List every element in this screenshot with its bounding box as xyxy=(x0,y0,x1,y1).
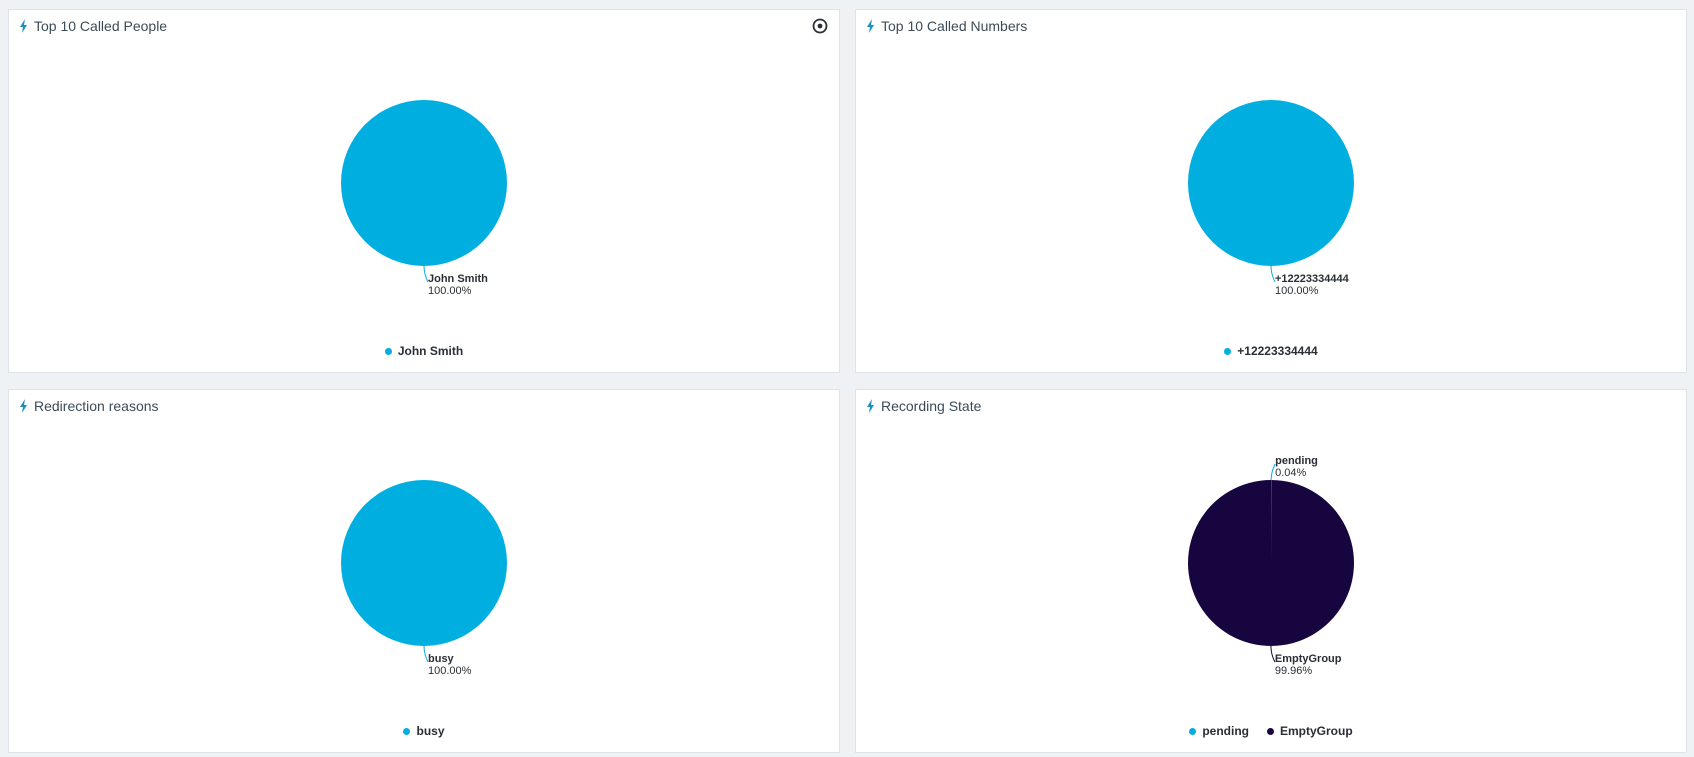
panel-recording-state: Recording State pending 0.04% EmptyGroup 99… xyxy=(855,389,1687,753)
slice-percent: 100.00% xyxy=(428,665,472,677)
legend-label: pending xyxy=(1202,724,1249,738)
chart-legend: pending EmptyGroup xyxy=(856,724,1686,738)
legend-label: EmptyGroup xyxy=(1280,724,1353,738)
legend-dot xyxy=(1189,727,1197,735)
legend-dot xyxy=(1224,347,1232,355)
slice-label: pending xyxy=(1275,455,1318,467)
legend-item[interactable]: pending xyxy=(1189,724,1249,738)
slice-percent: 100.00% xyxy=(1275,285,1319,297)
pie-chart: pending0.04% EmptyGroup99.96% xyxy=(1188,455,1355,677)
legend-item[interactable]: EmptyGroup xyxy=(1267,724,1353,738)
chart-legend: busy xyxy=(9,724,839,738)
legend-item[interactable]: John Smith xyxy=(384,344,464,358)
legend-dot xyxy=(384,347,392,355)
legend-label: John Smith xyxy=(397,344,464,358)
legend-dot xyxy=(403,727,411,735)
legend-item[interactable]: busy xyxy=(403,724,445,738)
slice-percent: 100.00% xyxy=(428,285,472,297)
slice-label: +12223334444 xyxy=(1275,273,1350,285)
slice-label: EmptyGroup xyxy=(1275,653,1342,665)
legend-label: busy xyxy=(416,724,445,738)
pie-chart: busy100.00% xyxy=(341,480,507,677)
chart-legend: +12223334444 xyxy=(856,344,1686,358)
legend-item[interactable]: +12223334444 xyxy=(1224,344,1318,358)
pie-slice-john-smith[interactable] xyxy=(341,100,507,266)
pie-slice--12223334444[interactable] xyxy=(1188,100,1354,266)
slice-label: busy xyxy=(428,653,455,665)
slice-percent: 0.04% xyxy=(1275,467,1306,479)
slice-label: John Smith xyxy=(428,273,488,285)
slice-percent: 99.96% xyxy=(1275,665,1313,677)
legend-label: +12223334444 xyxy=(1237,344,1318,358)
legend-dot xyxy=(1267,727,1274,735)
pie-chart: John Smith100.00% xyxy=(341,100,507,297)
pie-slice-busy[interactable] xyxy=(341,480,507,646)
pie-chart: +12223334444100.00% xyxy=(1188,100,1354,297)
chart-legend: John Smith xyxy=(9,344,839,358)
panel-top-called-people: Top 10 Called People John Smith 100.00% J… xyxy=(8,9,840,373)
panel-top-called-numbers: Top 10 Called Numbers +12223334444 100.00… xyxy=(855,9,1687,373)
panel-redirection-reasons: Redirection reasons busy 100.00% busy xyxy=(8,389,840,753)
